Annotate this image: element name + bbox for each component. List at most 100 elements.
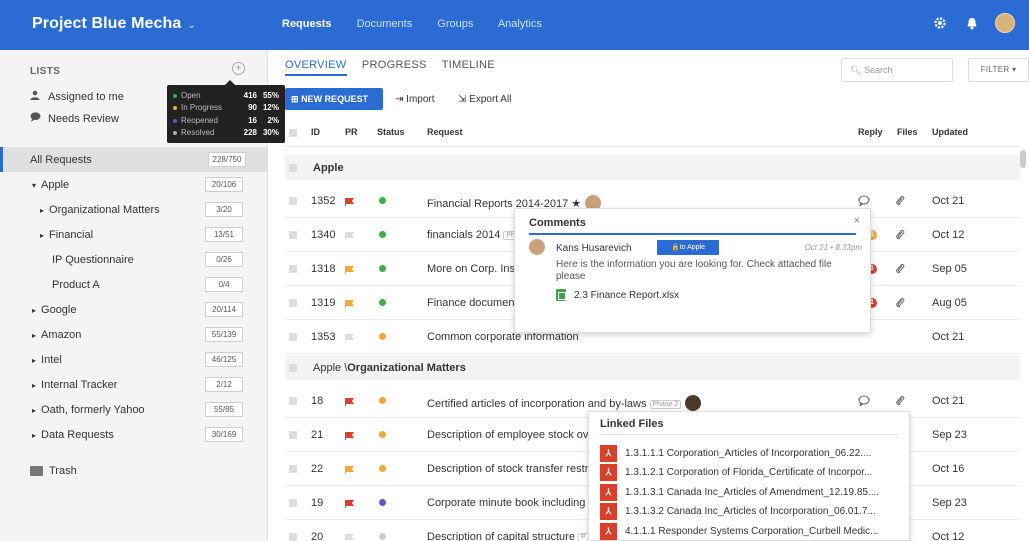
- column-files[interactable]: Files: [897, 127, 918, 137]
- comment-bubble-icon[interactable]: [858, 395, 870, 409]
- list-name: Data Requests: [41, 428, 114, 441]
- group-checkbox[interactable]: [289, 163, 297, 172]
- search-input[interactable]: 🔍︎ Search: [841, 58, 953, 82]
- column-status[interactable]: Status: [377, 127, 405, 137]
- row-checkbox[interactable]: [289, 333, 297, 341]
- tab-groups[interactable]: Groups: [437, 18, 473, 30]
- export-icon: ⇲: [458, 94, 467, 105]
- gear-icon[interactable]: [931, 14, 949, 32]
- filter-button[interactable]: FILTER ▾: [968, 58, 1029, 82]
- column-pr[interactable]: PR: [345, 127, 358, 137]
- row-checkbox[interactable]: [289, 533, 297, 541]
- sidebar-item-list[interactable]: ▸ Oath, formerly Yahoo 55/85: [0, 397, 268, 422]
- sidebar-item-list[interactable]: ▸ Intel 46/125: [0, 347, 268, 372]
- request-title[interactable]: Description of capital structure P: [427, 531, 589, 541]
- tab-overview[interactable]: OVERVIEW: [285, 59, 347, 76]
- linked-file-item[interactable]: ⅄ 1.3.1.1.1 Corporation_Articles of Incor…: [600, 443, 900, 463]
- tab-timeline[interactable]: TIMELINE: [442, 59, 495, 71]
- paperclip-icon[interactable]: [895, 297, 905, 311]
- request-title[interactable]: Description of stock transfer restr: [427, 463, 588, 475]
- export-all-button[interactable]: ⇲ Export All: [458, 94, 511, 105]
- tab-documents[interactable]: Documents: [357, 18, 413, 30]
- user-avatar[interactable]: [995, 13, 1015, 33]
- sidebar-item-list[interactable]: ▸ Amazon 55/139: [0, 322, 268, 347]
- caret-right-icon[interactable]: ▸: [32, 381, 36, 390]
- sidebar-item-list[interactable]: IP Questionnaire 0/26: [0, 247, 268, 272]
- list-name: Amazon: [41, 328, 82, 341]
- list-name: Oath, formerly Yahoo: [41, 403, 145, 416]
- sidebar-item-list[interactable]: ▸ Organizational Matters 3/20: [0, 197, 268, 222]
- paperclip-icon[interactable]: [895, 395, 905, 409]
- linked-file-name: 1.3.1.3.2 Canada Inc_Articles of Incorpo…: [625, 506, 876, 517]
- caret-right-icon[interactable]: ▸: [32, 431, 36, 440]
- request-title[interactable]: Description of employee stock ov: [427, 429, 588, 441]
- row-checkbox[interactable]: [289, 265, 297, 273]
- caret-right-icon[interactable]: ▸: [32, 356, 36, 365]
- request-title[interactable]: financials 2014 Ph: [427, 229, 518, 241]
- status-dot-icon: [379, 231, 386, 238]
- column-request[interactable]: Request: [427, 127, 463, 137]
- row-checkbox[interactable]: [289, 299, 297, 307]
- paperclip-icon[interactable]: [895, 195, 905, 209]
- caret-right-icon[interactable]: ▸: [32, 406, 36, 415]
- caret-down-icon[interactable]: ▾: [32, 181, 36, 190]
- sidebar-item-list[interactable]: ▾ Apple 20/106: [0, 172, 268, 197]
- sidebar-item-list[interactable]: All Requests 228/750: [0, 147, 268, 172]
- row-checkbox[interactable]: [289, 397, 297, 405]
- bell-icon[interactable]: [963, 14, 981, 32]
- close-icon[interactable]: ×: [854, 215, 860, 227]
- sidebar-item-needs-review[interactable]: Needs Review: [30, 112, 119, 125]
- column-reply[interactable]: Reply: [858, 127, 883, 137]
- linked-file-item[interactable]: ⅄ 1.3.1.3.2 Canada Inc_Articles of Incorp…: [600, 502, 900, 522]
- sidebar-item-list[interactable]: ▸ Data Requests 30/169: [0, 422, 268, 447]
- popup-title: Comments: [529, 217, 586, 229]
- add-list-icon[interactable]: +: [232, 62, 245, 75]
- caret-right-icon[interactable]: ▸: [32, 306, 36, 315]
- row-checkbox[interactable]: [289, 231, 297, 239]
- view-tabs: OVERVIEW PROGRESS TIMELINE: [285, 59, 507, 76]
- linked-file-item[interactable]: ⅄ 1.3.1.2.1 Corporation of Florida_Certif…: [600, 463, 900, 483]
- priority-flag-icon: [345, 465, 354, 474]
- sidebar-item-trash[interactable]: Trash: [30, 465, 77, 477]
- paperclip-icon[interactable]: [895, 229, 905, 243]
- status-dot-icon: [379, 499, 386, 506]
- scrollbar[interactable]: [1020, 150, 1026, 168]
- caret-right-icon[interactable]: ▸: [40, 231, 44, 240]
- request-title[interactable]: Finance documen: [427, 297, 514, 309]
- tab-progress[interactable]: PROGRESS: [362, 59, 427, 71]
- sidebar-item-list[interactable]: ▸ Google 20/114: [0, 297, 268, 322]
- paperclip-icon[interactable]: [895, 263, 905, 277]
- group-row-organizational-matters[interactable]: Apple \Organizational Matters: [285, 355, 1020, 380]
- attached-file-link[interactable]: 2.3 Finance Report.xlsx: [556, 289, 679, 301]
- column-updated[interactable]: Updated: [932, 127, 968, 137]
- sidebar-item-list[interactable]: ▸ Internal Tracker 2/12: [0, 372, 268, 397]
- search-icon: 🔍︎: [850, 65, 862, 75]
- sidebar-item-list[interactable]: ▸ Financial 13/51: [0, 222, 268, 247]
- request-title[interactable]: More on Corp. Ins: [427, 263, 515, 275]
- tab-analytics[interactable]: Analytics: [498, 18, 542, 30]
- comment-bubble-icon[interactable]: [858, 195, 870, 209]
- row-checkbox[interactable]: [289, 465, 297, 473]
- select-all-checkbox[interactable]: [289, 129, 297, 137]
- request-title[interactable]: Certified articles of incorporation and …: [427, 395, 702, 411]
- row-checkbox[interactable]: [289, 499, 297, 507]
- count-badge: 55/139: [205, 327, 243, 342]
- project-switcher[interactable]: Project Blue Mecha ⌄: [32, 15, 196, 33]
- group-checkbox[interactable]: [289, 363, 297, 372]
- tab-requests[interactable]: Requests: [282, 18, 332, 30]
- sidebar-item-assigned[interactable]: Assigned to me: [30, 90, 124, 103]
- row-checkbox[interactable]: [289, 197, 297, 205]
- linked-file-name: 1.3.1.3.1 Canada Inc_Articles of Amendme…: [625, 486, 880, 498]
- sidebar-item-list[interactable]: Product A 0/4: [0, 272, 268, 297]
- caret-right-icon[interactable]: ▸: [40, 206, 44, 215]
- row-checkbox[interactable]: [289, 431, 297, 439]
- caret-right-icon[interactable]: ▸: [32, 331, 36, 340]
- new-request-button[interactable]: ⊞ NEW REQUEST: [285, 88, 383, 110]
- linked-file-item[interactable]: ⅄ 4.1.1.1 Responder Systems Corporation_C…: [600, 521, 900, 541]
- group-row-apple[interactable]: Apple: [285, 155, 1020, 180]
- import-button[interactable]: ⇥ Import: [395, 94, 435, 105]
- column-id[interactable]: ID: [311, 127, 320, 137]
- group-title: Apple: [313, 161, 344, 174]
- request-title[interactable]: Corporate minute book including: [427, 497, 585, 509]
- linked-file-item[interactable]: ⅄ 1.3.1.3.1 Canada Inc_Articles of Amendm…: [600, 482, 900, 502]
